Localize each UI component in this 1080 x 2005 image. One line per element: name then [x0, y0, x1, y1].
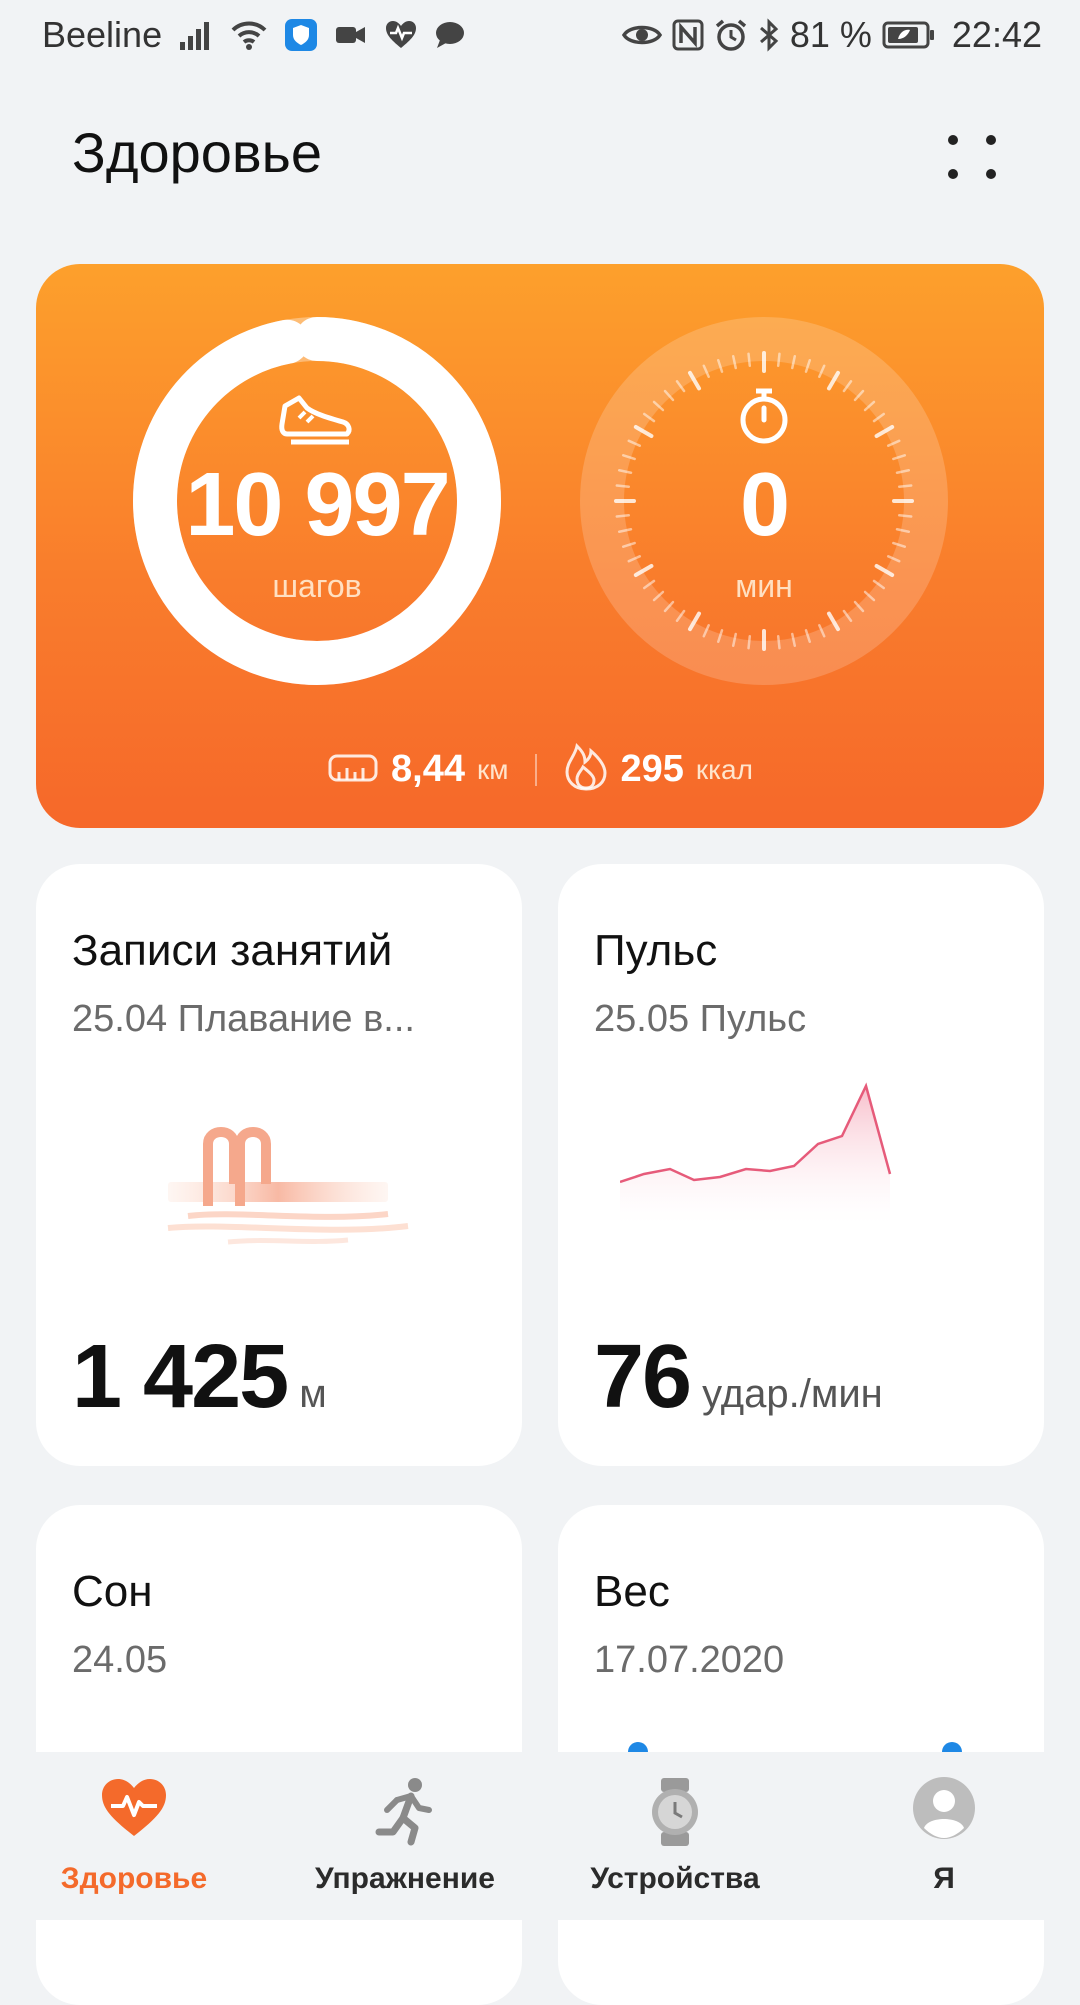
signal-icon: [178, 18, 214, 52]
calories-stat: 295 ккал: [563, 742, 753, 797]
steps-ring: 10 997 шагов: [132, 316, 502, 686]
video-icon: [334, 20, 368, 50]
workout-records-card[interactable]: Записи занятий 25.04 Плавание в... 1 425…: [36, 864, 522, 1466]
nav-label: Я: [933, 1862, 955, 1895]
card-title: Пульс: [594, 926, 718, 975]
pulse-value-row: 76 удар./мин: [594, 1326, 883, 1429]
active-minutes-unit: мин: [735, 568, 793, 604]
nav-label: Здоровье: [60, 1862, 208, 1895]
activity-summary-card[interactable]: 10 997 шагов 0 мин 8,44 км 295 ккал: [36, 264, 1044, 828]
alarm-icon: [714, 18, 748, 52]
nav-tab-exercise[interactable]: Упражнение: [275, 1776, 535, 1896]
workout-distance-unit: м: [299, 1372, 327, 1416]
workout-distance-value: 1 425: [72, 1327, 289, 1427]
heart-pulse-icon: [4, 1776, 264, 1852]
nfc-icon: [672, 19, 704, 51]
bottom-navigation: Здоровье Упражнение Устройства Я: [0, 1752, 1080, 1920]
stats-divider: [534, 753, 537, 786]
distance-stat: 8,44 км: [327, 748, 509, 791]
health-heart-icon: [384, 19, 418, 51]
shoe-icon: [277, 392, 357, 451]
distance-unit: км: [477, 753, 509, 785]
workout-value-row: 1 425 м: [72, 1326, 327, 1429]
eye-icon: [621, 20, 662, 50]
battery-percent: 81 %: [789, 14, 872, 55]
distance-value: 8,44: [391, 748, 466, 790]
pulse-unit: удар./мин: [702, 1372, 883, 1416]
calories-unit: ккал: [695, 753, 753, 785]
card-subtitle: 25.05 Пульс: [594, 998, 807, 1040]
swimming-pool-icon: [128, 1114, 428, 1259]
dots-grid-icon: [948, 135, 996, 179]
nav-tab-health[interactable]: Здоровье: [4, 1776, 264, 1896]
pulse-value: 76: [594, 1327, 692, 1427]
ruler-icon: [327, 750, 379, 789]
more-menu-button[interactable]: [936, 126, 1006, 196]
active-minutes-ring: 0 мин: [579, 316, 949, 686]
running-icon: [275, 1776, 535, 1852]
steps-unit: шагов: [272, 568, 362, 604]
nav-label: Упражнение: [315, 1862, 495, 1895]
stopwatch-icon: [736, 386, 792, 451]
status-bar: Beeline 81 % 22:42: [0, 0, 1080, 76]
heart-rate-card[interactable]: Пульс 25.05 Пульс 76 удар./мин: [558, 864, 1044, 1466]
activity-stats-row: 8,44 км 295 ккал: [36, 742, 1044, 797]
flame-icon: [563, 742, 609, 797]
card-title: Сон: [72, 1567, 153, 1616]
watch-icon: [545, 1776, 805, 1852]
nav-tab-me[interactable]: Я: [814, 1776, 1074, 1896]
card-subtitle: 25.04 Плавание в...: [72, 998, 415, 1040]
wifi-icon: [230, 18, 268, 52]
card-title: Записи занятий: [72, 926, 393, 975]
battery-icon: [882, 20, 936, 50]
clock-time: 22:42: [951, 14, 1042, 55]
bluetooth-icon: [758, 18, 780, 52]
nav-tab-devices[interactable]: Устройства: [545, 1776, 805, 1896]
card-subtitle: 17.07.2020: [594, 1639, 785, 1681]
avatar-icon: [814, 1776, 1074, 1852]
card-subtitle: 24.05: [72, 1639, 168, 1681]
calories-value: 295: [620, 748, 684, 790]
chat-icon: [434, 20, 466, 50]
nav-label: Устройства: [590, 1862, 760, 1895]
steps-value: 10 997: [185, 455, 450, 555]
carrier-name: Beeline: [42, 14, 163, 55]
active-minutes-value: 0: [739, 455, 790, 555]
shield-icon: [284, 18, 318, 52]
page-title: Здоровье: [72, 121, 323, 184]
heart-rate-sparkline: [619, 1074, 960, 1229]
card-title: Вес: [594, 1567, 670, 1616]
